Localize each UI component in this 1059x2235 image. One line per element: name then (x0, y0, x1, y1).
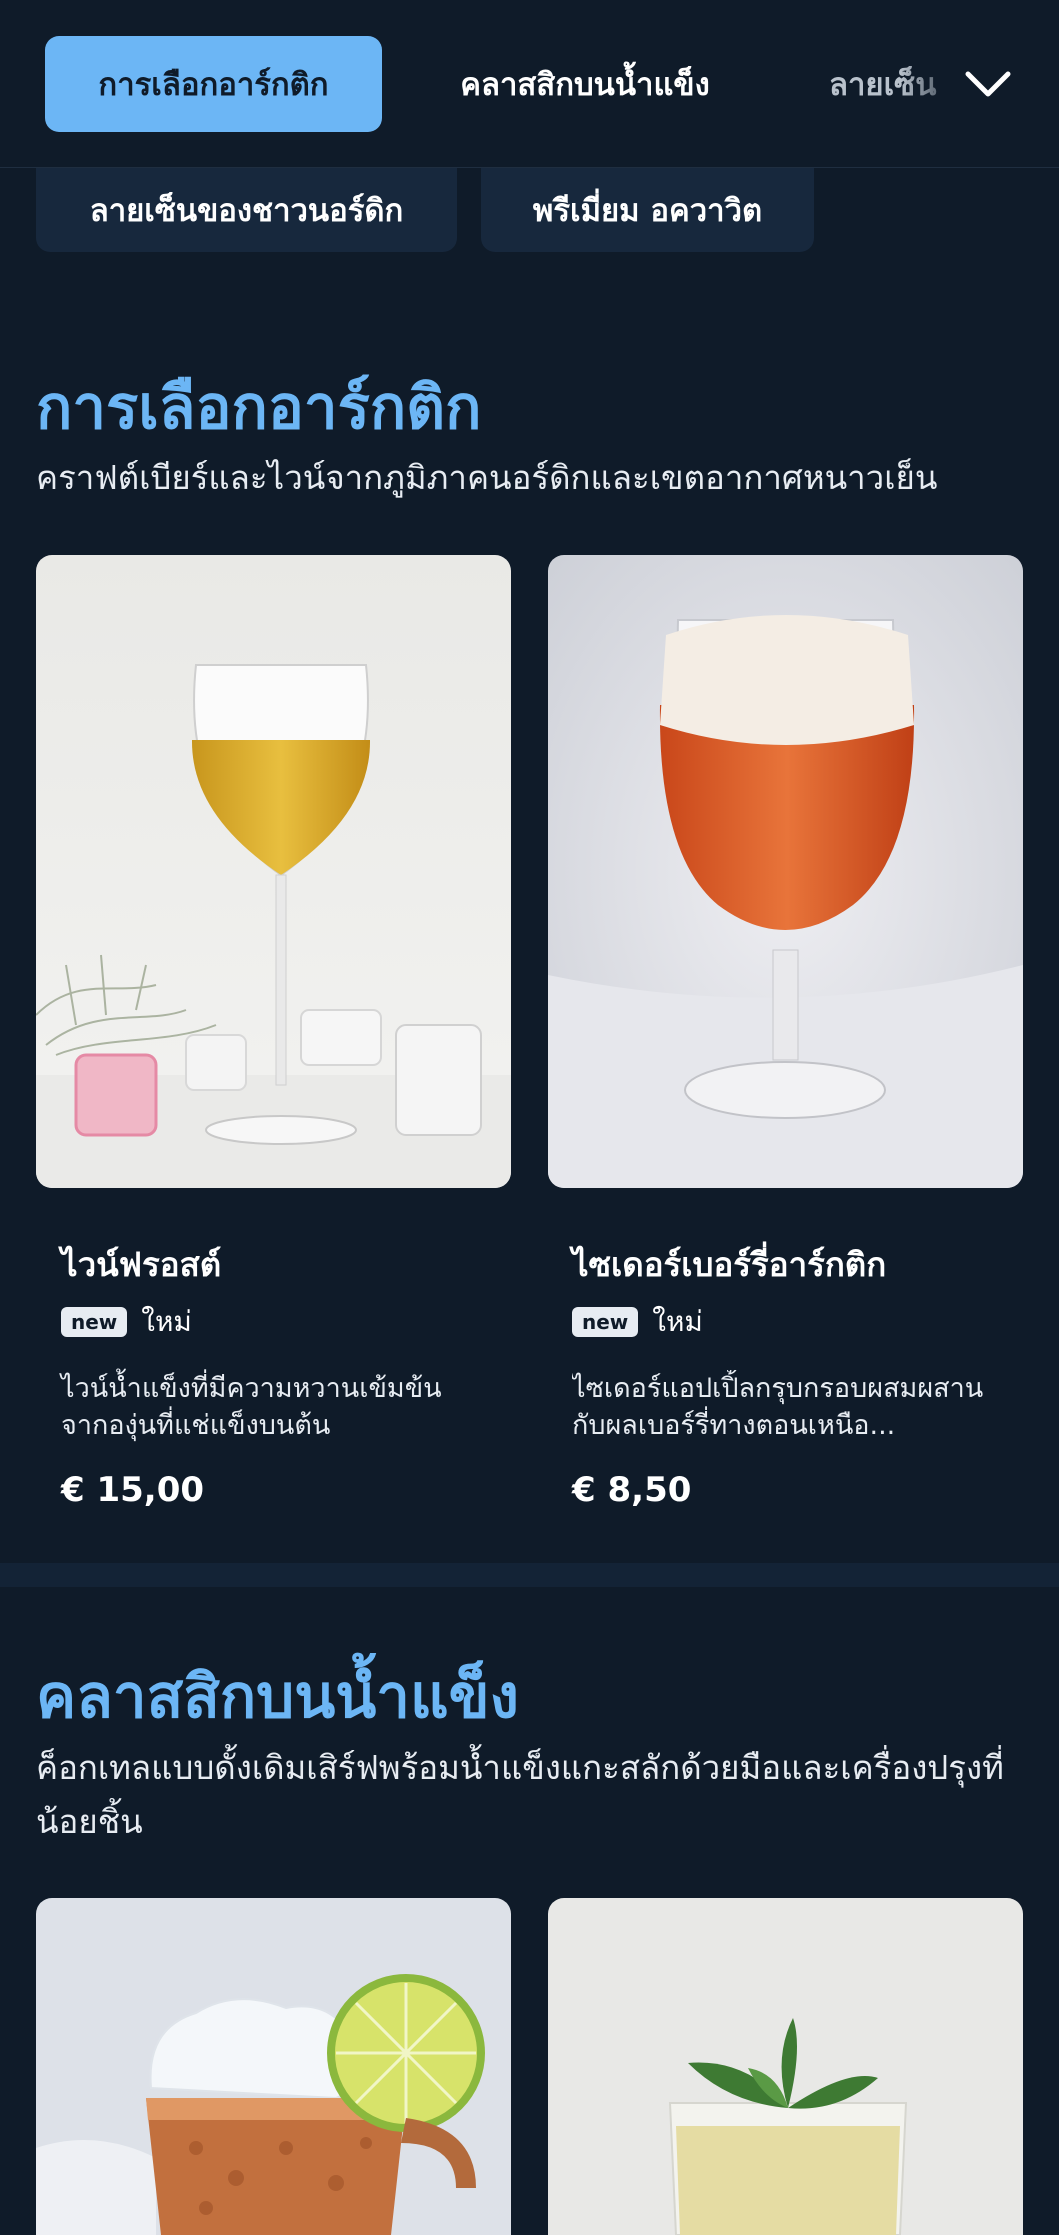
chevron-down-icon[interactable] (960, 56, 1016, 112)
section-divider (0, 1563, 1059, 1587)
item-description: ไซเดอร์แอปเปิ้ลกรุบกรอบผสมผสานกับผลเบอร์… (572, 1373, 984, 1441)
new-badge-row: new ใหม่ (572, 1300, 703, 1344)
section-title-arctic: การเลือกอาร์กติก (36, 373, 482, 443)
item-name[interactable]: ไวน์ฟรอสต์ (61, 1238, 221, 1291)
copper-mug-cocktail-image[interactable] (36, 1898, 511, 2235)
item-price: € 8,50 (572, 1470, 692, 1510)
new-badge-row: new ใหม่ (61, 1300, 192, 1344)
chip-premium-aquavit[interactable]: พรีเมี่ยม อควาวิต (481, 168, 814, 252)
item-description: ไวน์น้ำแข็งที่มีความหวานเข้มข้นจากองุ่นท… (61, 1373, 442, 1441)
category-nav: การเลือกอาร์กติก คลาสสิกบนน้ำแข็ง ลายเซ็… (0, 0, 1059, 168)
tab-arctic-selection[interactable]: การเลือกอาร์กติก (45, 36, 382, 132)
item-price: € 15,00 (61, 1470, 205, 1510)
chip-nordic-signatures[interactable]: ลายเซ็นของชาวนอร์ดิก (36, 168, 457, 252)
tab-classics-on-ice[interactable]: คลาสสิกบนน้ำแข็ง (430, 36, 740, 132)
section-title-classics: คลาสสิกบนน้ำแข็ง (36, 1662, 519, 1732)
new-badge-label: ใหม่ (652, 1305, 703, 1338)
section-description-arctic: คราฟต์เบียร์และไวน์จากภูมิภาคนอร์ดิกและเ… (36, 458, 938, 497)
ice-wine-image[interactable] (36, 555, 511, 1188)
section-description-classics: ค็อกเทลแบบดั้งเดิมเสิร์ฟพร้อมน้ำแข็งแกะส… (36, 1748, 1004, 1841)
new-badge: new (572, 1307, 639, 1337)
item-name[interactable]: ไซเดอร์เบอร์รี่อาร์กติก (572, 1238, 886, 1291)
creamy-cocktail-image[interactable] (548, 1898, 1023, 2235)
new-badge-label: ใหม่ (141, 1305, 192, 1338)
arctic-berry-cider-image[interactable] (548, 555, 1023, 1188)
new-badge: new (61, 1307, 128, 1337)
